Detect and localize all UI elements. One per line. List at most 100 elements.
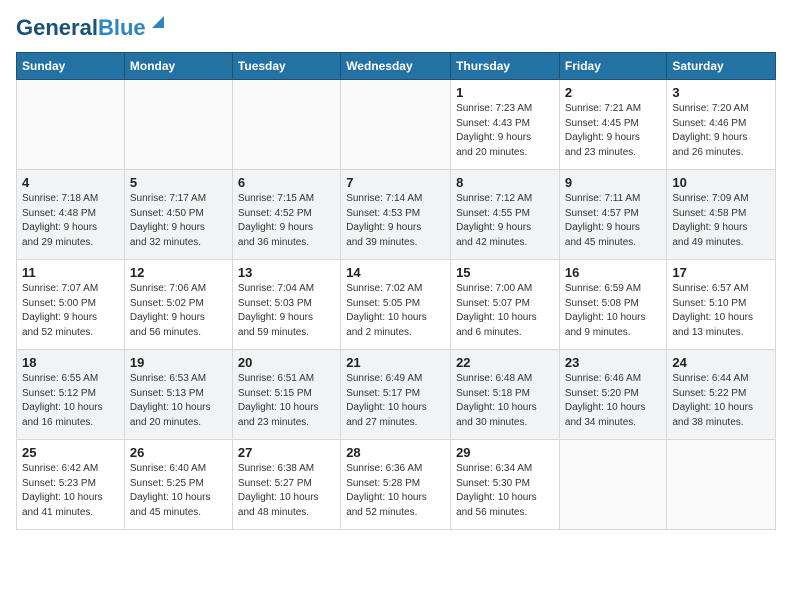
day-info-text: Sunrise: 6:44 AM Sunset: 5:22 PM Dayligh… xyxy=(672,372,770,430)
day-info-text: Sunrise: 7:18 AM Sunset: 4:48 PM Dayligh… xyxy=(22,192,119,250)
day-info-text: Sunrise: 7:09 AM Sunset: 4:58 PM Dayligh… xyxy=(672,192,770,250)
day-info-text: Sunrise: 6:46 AM Sunset: 5:20 PM Dayligh… xyxy=(565,372,661,430)
day-info-text: Sunrise: 7:04 AM Sunset: 5:03 PM Dayligh… xyxy=(238,282,335,340)
calendar-cell: 17 Sunrise: 6:57 AM Sunset: 5:10 PM Dayli… xyxy=(667,260,776,350)
day-number: 6 xyxy=(238,175,335,190)
calendar-cell: 14 Sunrise: 7:02 AM Sunset: 5:05 PM Dayli… xyxy=(341,260,451,350)
day-number: 15 xyxy=(456,265,554,280)
calendar-cell xyxy=(232,80,340,170)
calendar-cell: 20Sunrise: 6:51 AM Sunset: 5:15 PM Dayli… xyxy=(232,350,340,440)
day-info-text: Sunrise: 7:11 AM Sunset: 4:57 PM Dayligh… xyxy=(565,192,661,250)
calendar-cell: 13 Sunrise: 7:04 AM Sunset: 5:03 PM Dayli… xyxy=(232,260,340,350)
day-number: 16 xyxy=(565,265,661,280)
day-info-text: Sunrise: 6:59 AM Sunset: 5:08 PM Dayligh… xyxy=(565,282,661,340)
day-number: 14 xyxy=(346,265,445,280)
calendar-cell: 16 Sunrise: 6:59 AM Sunset: 5:08 PM Dayli… xyxy=(559,260,666,350)
calendar-cell: 9 Sunrise: 7:11 AM Sunset: 4:57 PM Daylig… xyxy=(559,170,666,260)
calendar-cell: 23 Sunrise: 6:46 AM Sunset: 5:20 PM Dayli… xyxy=(559,350,666,440)
calendar-cell: 1 Sunrise: 7:23 AM Sunset: 4:43 PM Daylig… xyxy=(451,80,560,170)
day-number: 19 xyxy=(130,355,227,370)
weekday-header-wednesday: Wednesday xyxy=(341,53,451,80)
logo-arrow-icon xyxy=(148,12,168,32)
day-number: 10 xyxy=(672,175,770,190)
calendar-cell: 7Sunrise: 7:14 AM Sunset: 4:53 PM Daylig… xyxy=(341,170,451,260)
calendar-cell: 27Sunrise: 6:38 AM Sunset: 5:27 PM Dayli… xyxy=(232,440,340,530)
calendar-cell: 29 Sunrise: 6:34 AM Sunset: 5:30 PM Dayli… xyxy=(451,440,560,530)
calendar-cell: 12 Sunrise: 7:06 AM Sunset: 5:02 PM Dayli… xyxy=(124,260,232,350)
calendar-cell: 11Sunrise: 7:07 AM Sunset: 5:00 PM Dayli… xyxy=(17,260,125,350)
day-number: 21 xyxy=(346,355,445,370)
calendar-cell xyxy=(341,80,451,170)
calendar-cell: 10 Sunrise: 7:09 AM Sunset: 4:58 PM Dayli… xyxy=(667,170,776,260)
day-info-text: Sunrise: 7:12 AM Sunset: 4:55 PM Dayligh… xyxy=(456,192,554,250)
day-info-text: Sunrise: 6:40 AM Sunset: 5:25 PM Dayligh… xyxy=(130,462,227,520)
page-header: GeneralBlue xyxy=(16,16,776,40)
day-info-text: Sunrise: 7:14 AM Sunset: 4:53 PM Dayligh… xyxy=(346,192,445,250)
weekday-header-saturday: Saturday xyxy=(667,53,776,80)
day-info-text: Sunrise: 7:17 AM Sunset: 4:50 PM Dayligh… xyxy=(130,192,227,250)
day-info-text: Sunrise: 6:53 AM Sunset: 5:13 PM Dayligh… xyxy=(130,372,227,430)
calendar-cell xyxy=(17,80,125,170)
day-info-text: Sunrise: 6:57 AM Sunset: 5:10 PM Dayligh… xyxy=(672,282,770,340)
day-info-text: Sunrise: 6:51 AM Sunset: 5:15 PM Dayligh… xyxy=(238,372,335,430)
weekday-header-monday: Monday xyxy=(124,53,232,80)
day-number: 17 xyxy=(672,265,770,280)
calendar-week-row: 1 Sunrise: 7:23 AM Sunset: 4:43 PM Daylig… xyxy=(17,80,776,170)
calendar-cell xyxy=(124,80,232,170)
day-number: 28 xyxy=(346,445,445,460)
calendar-cell xyxy=(667,440,776,530)
calendar-cell: 21 Sunrise: 6:49 AM Sunset: 5:17 PM Dayli… xyxy=(341,350,451,440)
weekday-header-row: SundayMondayTuesdayWednesdayThursdayFrid… xyxy=(17,53,776,80)
day-number: 24 xyxy=(672,355,770,370)
calendar-cell: 19 Sunrise: 6:53 AM Sunset: 5:13 PM Dayli… xyxy=(124,350,232,440)
day-info-text: Sunrise: 7:21 AM Sunset: 4:45 PM Dayligh… xyxy=(565,102,661,160)
calendar-cell xyxy=(559,440,666,530)
day-number: 13 xyxy=(238,265,335,280)
logo-text: GeneralBlue xyxy=(16,16,146,40)
day-info-text: Sunrise: 6:36 AM Sunset: 5:28 PM Dayligh… xyxy=(346,462,445,520)
calendar-cell: 8 Sunrise: 7:12 AM Sunset: 4:55 PM Daylig… xyxy=(451,170,560,260)
calendar-week-row: 11Sunrise: 7:07 AM Sunset: 5:00 PM Dayli… xyxy=(17,260,776,350)
day-number: 3 xyxy=(672,85,770,100)
day-number: 26 xyxy=(130,445,227,460)
calendar-cell: 4Sunrise: 7:18 AM Sunset: 4:48 PM Daylig… xyxy=(17,170,125,260)
day-number: 27 xyxy=(238,445,335,460)
day-info-text: Sunrise: 6:42 AM Sunset: 5:23 PM Dayligh… xyxy=(22,462,119,520)
day-number: 2 xyxy=(565,85,661,100)
calendar-week-row: 18Sunrise: 6:55 AM Sunset: 5:12 PM Dayli… xyxy=(17,350,776,440)
weekday-header-tuesday: Tuesday xyxy=(232,53,340,80)
day-number: 22 xyxy=(456,355,554,370)
day-number: 23 xyxy=(565,355,661,370)
calendar-cell: 22 Sunrise: 6:48 AM Sunset: 5:18 PM Dayli… xyxy=(451,350,560,440)
day-info-text: Sunrise: 7:20 AM Sunset: 4:46 PM Dayligh… xyxy=(672,102,770,160)
calendar-cell: 5Sunrise: 7:17 AM Sunset: 4:50 PM Daylig… xyxy=(124,170,232,260)
day-number: 1 xyxy=(456,85,554,100)
day-info-text: Sunrise: 6:55 AM Sunset: 5:12 PM Dayligh… xyxy=(22,372,119,430)
day-number: 29 xyxy=(456,445,554,460)
weekday-header-friday: Friday xyxy=(559,53,666,80)
day-info-text: Sunrise: 7:02 AM Sunset: 5:05 PM Dayligh… xyxy=(346,282,445,340)
weekday-header-sunday: Sunday xyxy=(17,53,125,80)
weekday-header-thursday: Thursday xyxy=(451,53,560,80)
calendar-week-row: 25 Sunrise: 6:42 AM Sunset: 5:23 PM Dayli… xyxy=(17,440,776,530)
day-info-text: Sunrise: 6:49 AM Sunset: 5:17 PM Dayligh… xyxy=(346,372,445,430)
day-info-text: Sunrise: 6:34 AM Sunset: 5:30 PM Dayligh… xyxy=(456,462,554,520)
day-info-text: Sunrise: 7:07 AM Sunset: 5:00 PM Dayligh… xyxy=(22,282,119,340)
logo: GeneralBlue xyxy=(16,16,168,40)
day-info-text: Sunrise: 7:00 AM Sunset: 5:07 PM Dayligh… xyxy=(456,282,554,340)
calendar-cell: 28 Sunrise: 6:36 AM Sunset: 5:28 PM Dayli… xyxy=(341,440,451,530)
day-info-text: Sunrise: 7:23 AM Sunset: 4:43 PM Dayligh… xyxy=(456,102,554,160)
calendar-cell: 18Sunrise: 6:55 AM Sunset: 5:12 PM Dayli… xyxy=(17,350,125,440)
day-number: 12 xyxy=(130,265,227,280)
calendar-week-row: 4Sunrise: 7:18 AM Sunset: 4:48 PM Daylig… xyxy=(17,170,776,260)
day-info-text: Sunrise: 6:48 AM Sunset: 5:18 PM Dayligh… xyxy=(456,372,554,430)
day-info-text: Sunrise: 7:06 AM Sunset: 5:02 PM Dayligh… xyxy=(130,282,227,340)
calendar-cell: 25 Sunrise: 6:42 AM Sunset: 5:23 PM Dayli… xyxy=(17,440,125,530)
calendar-cell: 24 Sunrise: 6:44 AM Sunset: 5:22 PM Dayli… xyxy=(667,350,776,440)
day-number: 8 xyxy=(456,175,554,190)
day-number: 25 xyxy=(22,445,119,460)
calendar-cell: 26 Sunrise: 6:40 AM Sunset: 5:25 PM Dayli… xyxy=(124,440,232,530)
day-info-text: Sunrise: 7:15 AM Sunset: 4:52 PM Dayligh… xyxy=(238,192,335,250)
calendar-table: SundayMondayTuesdayWednesdayThursdayFrid… xyxy=(16,52,776,530)
day-number: 9 xyxy=(565,175,661,190)
